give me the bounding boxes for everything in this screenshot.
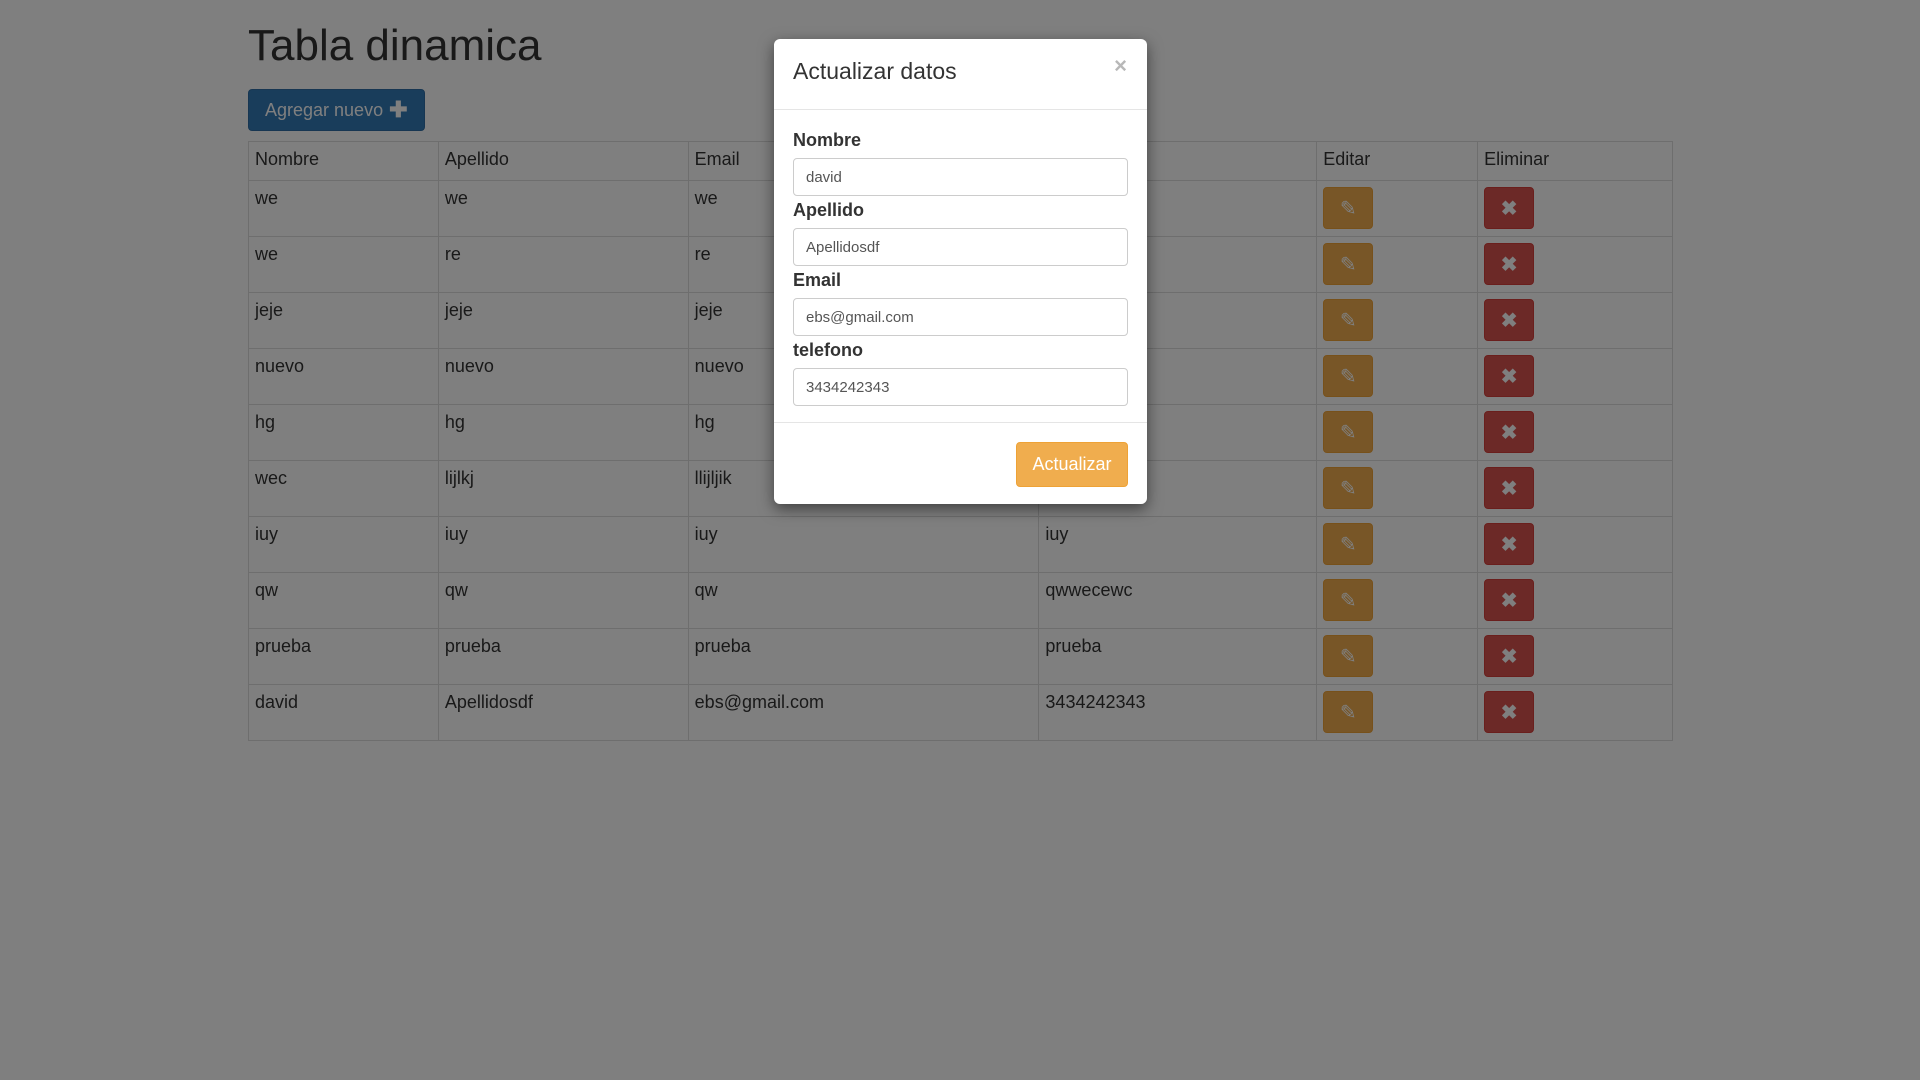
update-modal: Actualizar datos × Nombre Apellido Email… (774, 39, 1147, 504)
telefono-label: telefono (793, 340, 863, 360)
apellido-label: Apellido (793, 200, 864, 220)
modal-footer: Actualizar (774, 423, 1147, 505)
nombre-input[interactable] (793, 158, 1128, 196)
modal-title: Actualizar datos (793, 58, 957, 84)
modal-header: Actualizar datos × (774, 39, 1147, 110)
update-button[interactable]: Actualizar (1016, 442, 1128, 487)
nombre-label: Nombre (793, 130, 862, 150)
telefono-input[interactable] (793, 368, 1128, 406)
close-icon[interactable]: × (1114, 53, 1127, 79)
modal-body: Nombre Apellido Email telefono (774, 110, 1147, 423)
apellido-input[interactable] (793, 228, 1128, 266)
email-input[interactable] (793, 298, 1128, 336)
email-label: Email (793, 270, 842, 290)
